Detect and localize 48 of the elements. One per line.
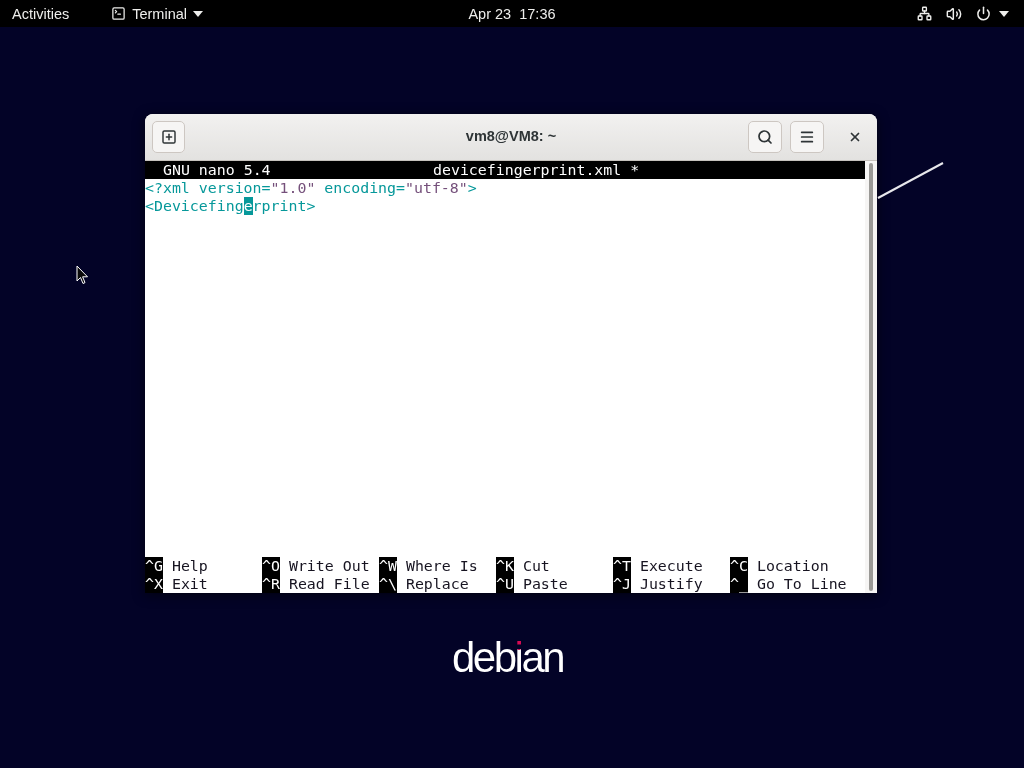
- activities-button[interactable]: Activities: [12, 3, 70, 24]
- code-line: <Devicefinge rprint>: [145, 197, 316, 215]
- app-menu[interactable]: Terminal: [111, 3, 203, 24]
- shortcut-key: ^O: [262, 557, 280, 575]
- shortcut-key: ^K: [496, 557, 514, 575]
- shortcut-label: Execute: [639, 557, 703, 575]
- clock[interactable]: Apr 23 17:36: [460, 3, 564, 24]
- shortcut-key: ^T: [613, 557, 631, 575]
- terminal-icon: [111, 6, 127, 21]
- window-title: vm8@VM8: ~: [465, 127, 557, 147]
- shortcut-label: Paste: [522, 575, 568, 593]
- search-icon: [757, 129, 773, 145]
- shortcut-key: ^C: [730, 557, 748, 575]
- shortcut-label: Exit: [171, 575, 208, 593]
- code-line: <?xml version="1.0" encoding="utf-8">: [145, 179, 477, 197]
- search-button[interactable]: [748, 121, 782, 153]
- shortcut-key: ^_: [730, 575, 748, 593]
- shortcut-label: Go To Line: [756, 575, 847, 593]
- diagonal-line: [877, 162, 944, 199]
- shortcut-key: ^X: [145, 575, 163, 593]
- shortcut-label: Write Out: [288, 557, 370, 575]
- shortcut-label: Read File: [288, 575, 370, 593]
- shortcut-key: ^U: [496, 575, 514, 593]
- scrollbar-thumb[interactable]: [869, 163, 873, 591]
- shortcut-label: Replace: [405, 575, 469, 593]
- file-name: devicefingerprint.xml *: [433, 161, 640, 179]
- shortcut-key: ^\: [379, 575, 397, 593]
- shortcut-key: ^G: [145, 557, 163, 575]
- mouse-pointer-icon: [76, 265, 89, 285]
- shortcut-label: Location: [756, 557, 829, 575]
- shortcut-label: Cut: [522, 557, 550, 575]
- power-icon[interactable]: [976, 6, 991, 21]
- nano-version: GNU nano 5.4: [163, 161, 272, 179]
- shortcut-key: ^W: [379, 557, 397, 575]
- shortcut-key: ^J: [613, 575, 631, 593]
- shortcut-key: ^R: [262, 575, 280, 593]
- network-icon[interactable]: [917, 6, 932, 21]
- new-tab-button[interactable]: [152, 121, 185, 153]
- caret-down-icon: [193, 10, 203, 17]
- volume-icon[interactable]: [946, 5, 962, 22]
- menu-icon: [799, 129, 815, 145]
- menu-button[interactable]: [790, 121, 824, 153]
- shortcut-label: Help: [171, 557, 208, 575]
- shortcut-label: Where Is: [405, 557, 478, 575]
- close-icon: [848, 130, 862, 144]
- caret-down-icon: [999, 10, 1009, 17]
- shortcut-label: Justify: [639, 575, 703, 593]
- new-tab-icon: [160, 129, 177, 145]
